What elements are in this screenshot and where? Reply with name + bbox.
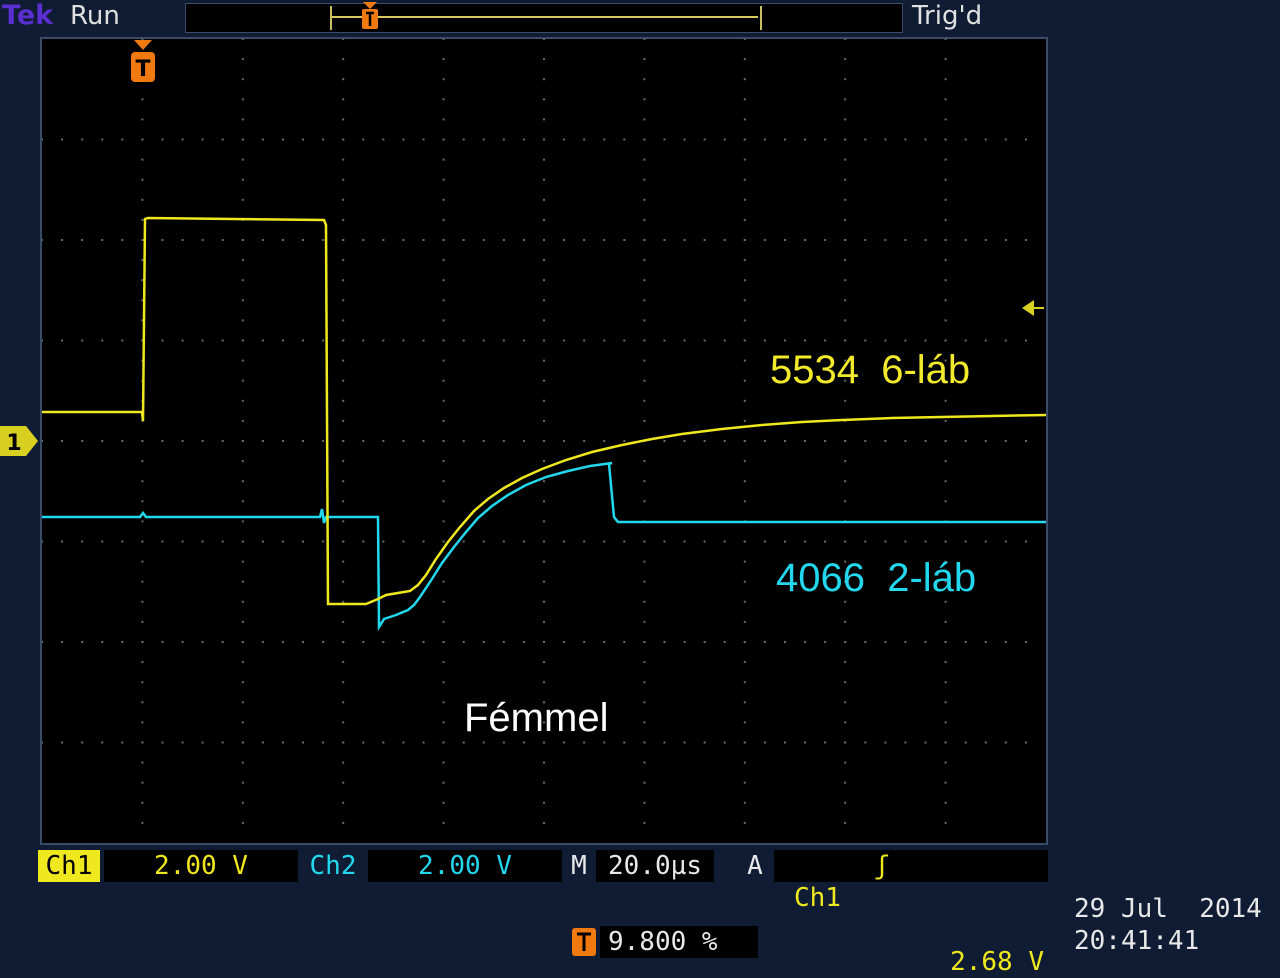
time: 20:41:41 bbox=[1074, 926, 1200, 956]
trigger-status: Trig'd bbox=[912, 1, 983, 31]
date: 29 Jul 2014 bbox=[1074, 894, 1262, 924]
trigger-level-marker[interactable] bbox=[1020, 298, 1046, 318]
ch1-trace-label: 5534 6-láb bbox=[770, 348, 971, 392]
brand-logo: Tek bbox=[2, 0, 54, 31]
rising-edge-icon: ʃ bbox=[874, 851, 890, 881]
ch1-tag[interactable]: Ch1 bbox=[38, 850, 100, 882]
timebase-tag: M bbox=[564, 850, 594, 882]
trigger-marker-letter: T bbox=[135, 57, 150, 82]
trigger-point-marker[interactable]: T bbox=[128, 40, 158, 86]
ch2-trace-label: 4066 2-láb bbox=[776, 556, 977, 600]
trigger-position-icon-bottom bbox=[572, 928, 596, 956]
trigger-position-icon bbox=[362, 2, 378, 29]
trigger-readout: Ch1 ʃ 2.68 V bbox=[774, 850, 1048, 977]
trigger-mode-tag: A bbox=[740, 850, 770, 882]
annotation-text: Fémmel bbox=[464, 696, 609, 740]
display-window-bracket bbox=[330, 6, 762, 30]
ch1-ground-marker[interactable]: 1 bbox=[0, 424, 40, 458]
ch1-ground-number: 1 bbox=[6, 431, 21, 456]
ch2-tag[interactable]: Ch2 bbox=[300, 850, 366, 882]
ch1-waveform bbox=[42, 216, 1046, 606]
trigger-source: Ch1 bbox=[794, 883, 841, 913]
display-window-line bbox=[332, 16, 758, 18]
trigger-position-value: 9.800 % bbox=[600, 926, 758, 958]
ch2-waveform bbox=[42, 461, 1046, 632]
trigger-level: 2.68 V bbox=[950, 947, 1044, 977]
ch1-volts-per-div: 2.00 V bbox=[104, 850, 298, 882]
ch2-volts-per-div: 2.00 V bbox=[368, 850, 562, 882]
acquisition-state: Run bbox=[70, 1, 120, 31]
timebase-value: 20.0µs bbox=[596, 850, 714, 882]
